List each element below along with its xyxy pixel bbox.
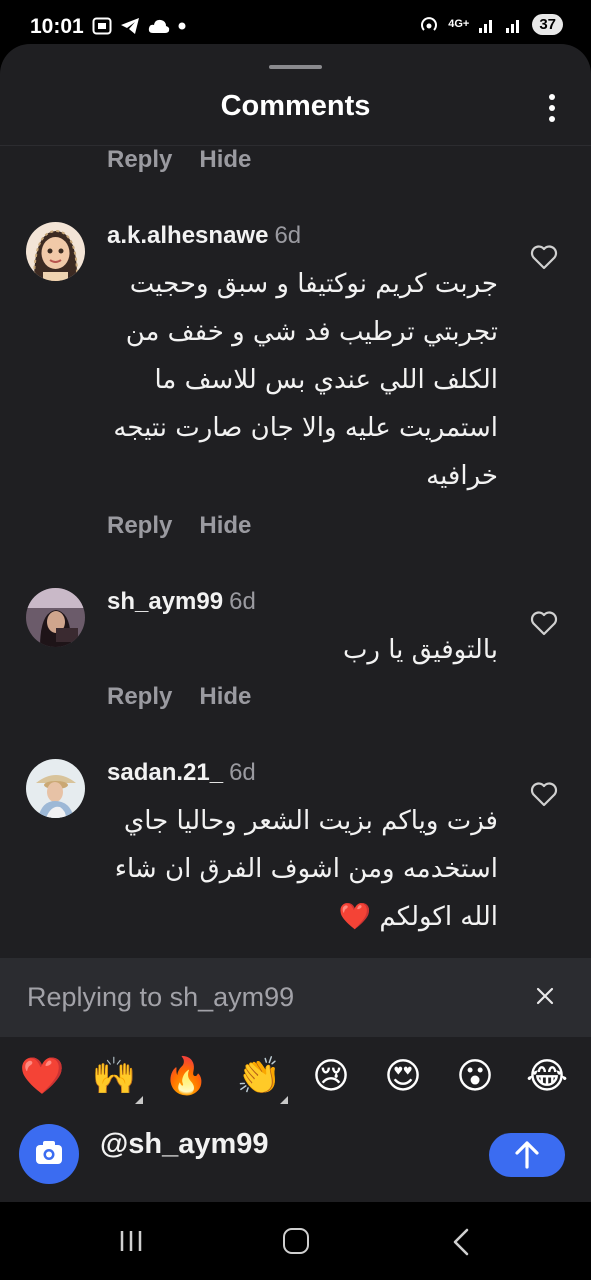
home-icon[interactable]: [283, 1228, 309, 1254]
comment-username[interactable]: sadan.21_: [107, 759, 223, 786]
recents-icon[interactable]: [118, 1229, 144, 1253]
comment-actions: Reply Hide: [107, 683, 251, 711]
avatar[interactable]: [26, 222, 85, 281]
comment-actions: Reply Hide: [107, 146, 251, 174]
heart-eyes-emoji-button[interactable]: 😍: [380, 1054, 426, 1100]
camera-icon: [36, 1141, 62, 1164]
signal-icon-2: [506, 19, 520, 33]
crying-emoji-button[interactable]: 😢: [308, 1054, 354, 1100]
heart-emoji-button[interactable]: ❤️: [19, 1054, 65, 1100]
like-heart-icon[interactable]: [530, 244, 558, 270]
raising-hands-emoji-button[interactable]: 🙌: [91, 1054, 143, 1104]
hide-button[interactable]: Hide: [199, 683, 251, 711]
avatar[interactable]: [26, 759, 85, 818]
reply-button[interactable]: Reply: [107, 512, 172, 540]
network-type: 4G+: [448, 18, 470, 30]
comment-actions: Reply Hide: [107, 512, 251, 540]
comment-time: 6d: [229, 588, 256, 615]
cloud-icon: [148, 19, 170, 33]
back-icon[interactable]: [452, 1228, 470, 1256]
screenshot-icon: [92, 17, 112, 35]
hide-button[interactable]: Hide: [199, 146, 251, 174]
comment-text: فزت وياكم بزيت الشعر وحاليا جاي استخدمه …: [114, 806, 498, 932]
comment-username[interactable]: a.k.alhesnawe: [107, 222, 268, 249]
replying-bar: Replying to sh_aym99: [0, 958, 591, 1037]
comments-list[interactable]: Reply Hide a.k.alhesnawe 6d جربت كريم نوك…: [0, 146, 591, 958]
camera-button[interactable]: [19, 1124, 79, 1184]
drag-handle[interactable]: [269, 65, 322, 69]
send-button[interactable]: [489, 1133, 565, 1177]
reply-button[interactable]: Reply: [107, 146, 172, 174]
comment-username[interactable]: sh_aym99: [107, 588, 223, 615]
more-options-icon[interactable]: [547, 94, 557, 122]
comment-composer: @sh_aym99: [0, 1116, 591, 1202]
battery-level: 37: [532, 14, 563, 35]
comments-sheet: Comments Reply Hide a.k.alhesnawe 6d جربت…: [0, 44, 591, 1202]
clapping-emoji-icon: 👏: [236, 1056, 282, 1097]
reply-button[interactable]: Reply: [107, 683, 172, 711]
status-time: 10:01: [30, 15, 84, 38]
raising-hands-emoji-icon: 🙌: [91, 1056, 137, 1097]
laughing-emoji-button[interactable]: 😂: [524, 1054, 570, 1100]
hotspot-icon: [421, 16, 438, 31]
surprised-emoji-button[interactable]: 😮: [452, 1054, 498, 1100]
sheet-title: Comments: [220, 90, 371, 122]
like-heart-icon[interactable]: [530, 781, 558, 807]
close-icon[interactable]: [534, 985, 556, 1007]
avatar[interactable]: [26, 588, 85, 647]
notification-dot-icon: [178, 22, 186, 30]
arrow-up-icon: [515, 1141, 539, 1169]
comment-time: 6d: [274, 222, 302, 249]
replying-to-text: Replying to sh_aym99: [27, 982, 295, 1012]
like-heart-icon[interactable]: [530, 610, 558, 636]
quick-emoji-row: ❤️ 🙌 🔥 👏 😢 😍 😮 😂: [0, 1044, 591, 1114]
clapping-emoji-button[interactable]: 👏: [236, 1054, 288, 1104]
telegram-icon: [121, 18, 139, 34]
comment-text: جربت كريم نوكتيفا و سبق وحجيت تجربتي ترط…: [113, 269, 498, 491]
signal-icon: [479, 19, 493, 33]
system-navigation-bar: [0, 1202, 591, 1280]
comment-time: 6d: [229, 759, 256, 786]
comment-text: بالتوفيق يا رب: [342, 635, 498, 665]
comment-input[interactable]: @sh_aym99: [100, 1128, 269, 1161]
hide-button[interactable]: Hide: [199, 512, 251, 540]
fire-emoji-button[interactable]: 🔥: [163, 1054, 209, 1100]
